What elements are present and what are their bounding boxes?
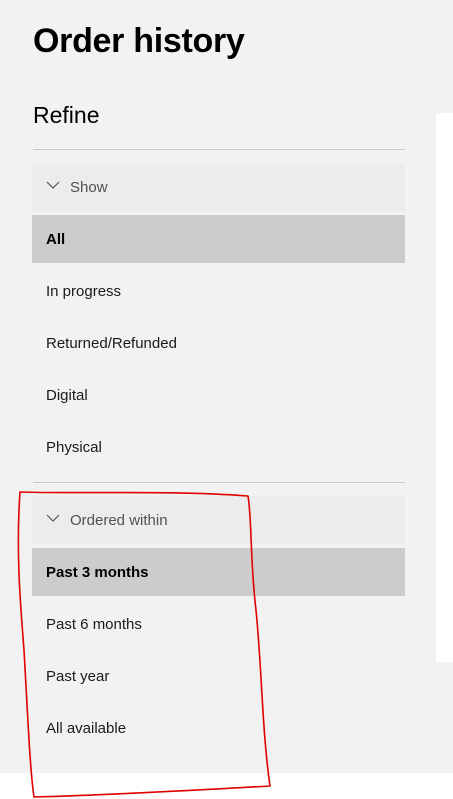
option-label: All available <box>46 719 127 737</box>
option-label: Digital <box>46 386 88 404</box>
show-option-physical[interactable]: Physical <box>32 423 405 471</box>
ordered-within-option-all-available[interactable]: All available <box>32 704 405 752</box>
ordered-within-filter-toggle[interactable]: Ordered within <box>32 496 405 544</box>
ordered-within-option-past-6-months[interactable]: Past 6 months <box>32 600 405 648</box>
option-label: All <box>46 230 66 248</box>
show-option-returned-refunded[interactable]: Returned/Refunded <box>32 319 405 367</box>
option-label: Past year <box>46 667 110 685</box>
show-option-in-progress[interactable]: In progress <box>32 267 405 315</box>
option-label: In progress <box>46 282 122 300</box>
ordered-within-option-past-year[interactable]: Past year <box>32 652 405 700</box>
chevron-down-icon <box>46 511 60 525</box>
show-filter-toggle[interactable]: Show <box>32 163 405 211</box>
option-label: Past 3 months <box>46 563 149 581</box>
refine-heading: Refine <box>33 102 100 128</box>
show-filter-label: Show <box>70 178 108 196</box>
page-bottom-band <box>0 773 453 799</box>
option-label: Physical <box>46 438 102 456</box>
option-label: Returned/Refunded <box>46 334 177 352</box>
ordered-within-option-past-3-months[interactable]: Past 3 months <box>32 548 405 596</box>
order-list-panel <box>436 113 453 662</box>
chevron-down-icon <box>46 178 60 192</box>
ordered-within-filter: Ordered within Past 3 months Past 6 mont… <box>32 496 405 752</box>
show-option-digital[interactable]: Digital <box>32 371 405 419</box>
show-option-all[interactable]: All <box>32 215 405 263</box>
option-label: Past 6 months <box>46 615 142 633</box>
page-title: Order history <box>33 22 245 60</box>
ordered-within-filter-label: Ordered within <box>70 511 168 529</box>
divider <box>33 482 405 483</box>
show-filter: Show All In progress Returned/Refunded D… <box>32 163 405 471</box>
divider <box>33 149 405 150</box>
